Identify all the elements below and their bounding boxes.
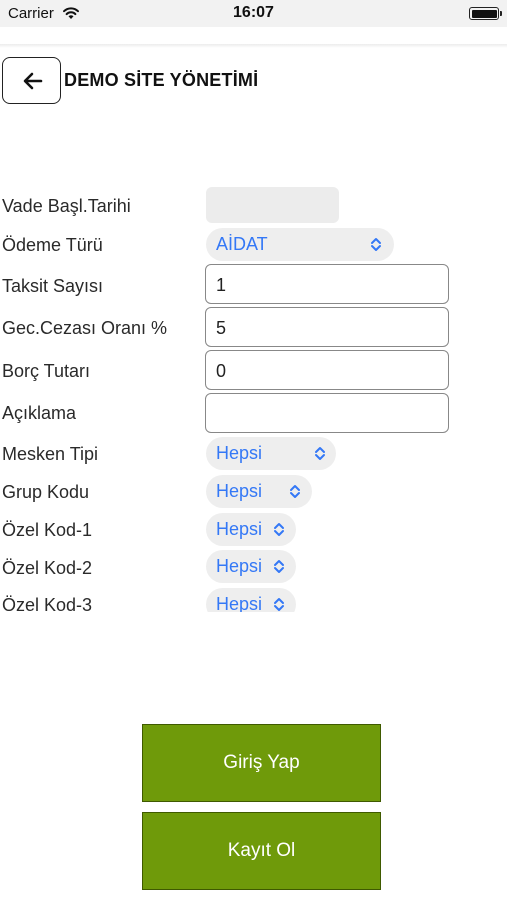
odeme-turu-label: Ödeme Türü bbox=[2, 235, 103, 255]
page-title: DEMO SİTE YÖNETİMİ bbox=[64, 70, 259, 90]
mesken-picker[interactable]: Hepsi bbox=[206, 437, 336, 470]
gecikme-label: Gec.Cezası Oranı % bbox=[2, 318, 168, 338]
mesken-label: Mesken Tipi bbox=[2, 444, 99, 464]
arrow-left-icon bbox=[23, 72, 43, 90]
ozel2-picker[interactable]: Hepsi bbox=[206, 550, 296, 583]
odeme-turu-value: AİDAT bbox=[216, 234, 268, 254]
gecikme-input[interactable]: 5 bbox=[205, 307, 449, 347]
login-button[interactable]: Giriş Yap bbox=[142, 724, 381, 802]
chevron-up-down-icon bbox=[274, 598, 284, 611]
chevron-up-down-icon bbox=[290, 485, 300, 498]
clock: 16:07 bbox=[233, 4, 274, 21]
chevron-up-down-icon bbox=[315, 447, 325, 460]
chevron-up-down-icon bbox=[274, 523, 284, 536]
vade-date-field[interactable] bbox=[206, 187, 339, 223]
nav-divider bbox=[0, 44, 507, 48]
grup-picker[interactable]: Hepsi bbox=[206, 475, 312, 508]
odeme-turu-picker[interactable]: AİDAT bbox=[206, 228, 394, 261]
chevron-up-down-icon bbox=[371, 238, 381, 251]
back-button[interactable] bbox=[2, 57, 61, 104]
taksit-input[interactable]: 1 bbox=[205, 264, 449, 304]
payment-form: Vade Başl.Tarihi Ödeme Türü AİDAT Taksit… bbox=[0, 182, 507, 612]
aciklama-label: Açıklama bbox=[2, 403, 77, 423]
grup-value: Hepsi bbox=[216, 481, 263, 501]
vade-label: Vade Başl.Tarihi bbox=[2, 196, 131, 216]
status-bar: Carrier 16:07 bbox=[0, 0, 507, 27]
borc-input[interactable]: 0 bbox=[205, 350, 449, 390]
register-button[interactable]: Kayıt Ol bbox=[142, 812, 381, 890]
chevron-up-down-icon bbox=[274, 560, 284, 573]
ozel1-picker[interactable]: Hepsi bbox=[206, 513, 296, 546]
mesken-value: Hepsi bbox=[216, 443, 263, 463]
ozel1-value: Hepsi bbox=[216, 519, 263, 539]
ozel2-value: Hepsi bbox=[216, 556, 263, 576]
battery-icon bbox=[469, 7, 502, 20]
ozel3-label: Özel Kod-3 bbox=[2, 595, 93, 612]
borc-label: Borç Tutarı bbox=[2, 361, 91, 381]
ozel3-value: Hepsi bbox=[216, 594, 263, 612]
taksit-label: Taksit Sayısı bbox=[2, 276, 104, 296]
ozel1-label: Özel Kod-1 bbox=[2, 520, 93, 540]
ozel3-picker[interactable]: Hepsi bbox=[206, 588, 296, 612]
grup-label: Grup Kodu bbox=[2, 482, 90, 502]
ozel2-label: Özel Kod-2 bbox=[2, 558, 93, 578]
aciklama-input[interactable] bbox=[205, 393, 449, 433]
